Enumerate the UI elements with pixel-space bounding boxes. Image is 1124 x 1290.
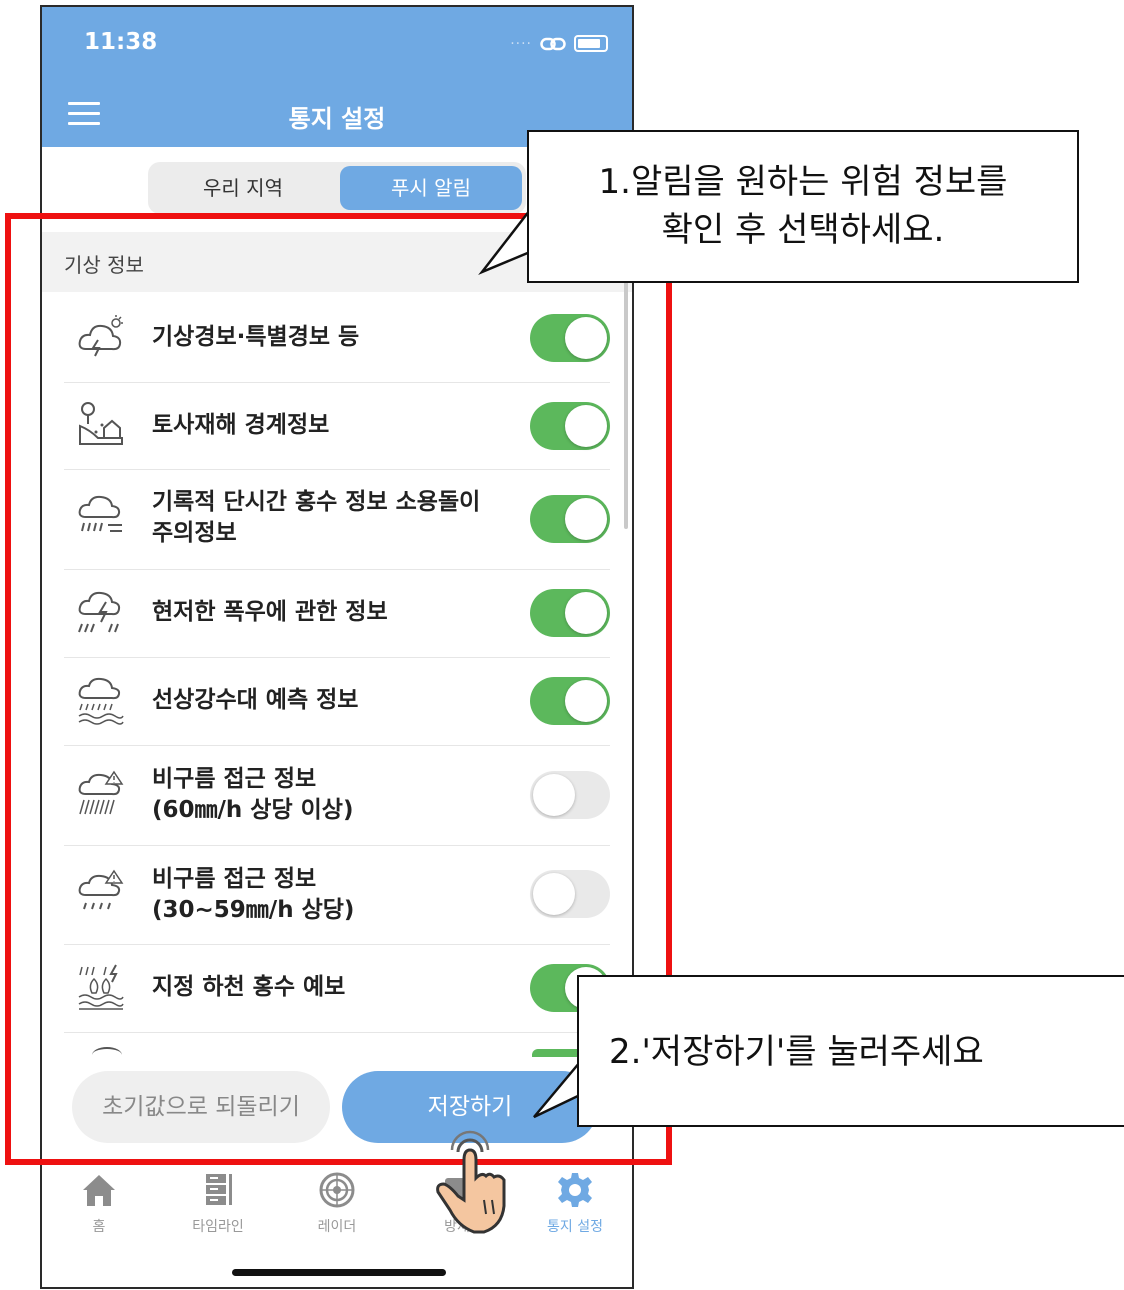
status-icons: ···· bbox=[510, 35, 608, 52]
tab-label: 홈 bbox=[92, 1219, 106, 1235]
signal-dots-icon: ···· bbox=[510, 35, 532, 52]
page-title: 통지 설정 bbox=[288, 105, 386, 133]
battery-icon bbox=[574, 35, 608, 52]
tab-label: 타임라인 bbox=[192, 1219, 244, 1235]
bottom-tab-bar: 홈 타임라인 레이더 방재 통지 설정 bbox=[42, 1161, 632, 1262]
tab-notification-settings[interactable]: 통지 설정 bbox=[530, 1170, 620, 1236]
tap-hand-icon bbox=[436, 1130, 506, 1234]
callout-select-info: 1.알림을 원하는 위험 정보를 확인 후 선택하세요. bbox=[527, 130, 1079, 283]
radar-icon bbox=[319, 1172, 355, 1208]
gear-icon bbox=[558, 1173, 592, 1207]
status-time: 11:38 bbox=[84, 29, 158, 55]
callout-line1: 1.알림을 원하는 위험 정보를 bbox=[598, 162, 1008, 202]
home-icon bbox=[83, 1175, 115, 1206]
timeline-icon bbox=[206, 1174, 232, 1205]
tab-home[interactable]: 홈 bbox=[54, 1170, 144, 1236]
tab-push-alerts[interactable]: 푸시 알림 bbox=[340, 166, 522, 210]
callout-press-save: 2.'저장하기'를 눌러주세요 bbox=[577, 975, 1124, 1127]
callout-line2: 확인 후 선택하세요. bbox=[661, 210, 945, 250]
link-icon bbox=[540, 37, 566, 50]
highlight-box bbox=[5, 213, 672, 1165]
tab-timeline[interactable]: 타임라인 bbox=[173, 1170, 263, 1236]
tab-radar[interactable]: 레이더 bbox=[292, 1170, 382, 1236]
status-bar: 11:38 ···· bbox=[42, 7, 632, 85]
callout-text: 2.'저장하기'를 눌러주세요 bbox=[609, 1032, 984, 1072]
tab-label: 레이더 bbox=[317, 1219, 357, 1235]
home-indicator bbox=[232, 1269, 446, 1276]
segment-control: 우리 지역 푸시 알림 bbox=[148, 162, 526, 214]
tab-label: 통지 설정 bbox=[547, 1219, 603, 1235]
tab-our-region[interactable]: 우리 지역 bbox=[152, 166, 334, 210]
